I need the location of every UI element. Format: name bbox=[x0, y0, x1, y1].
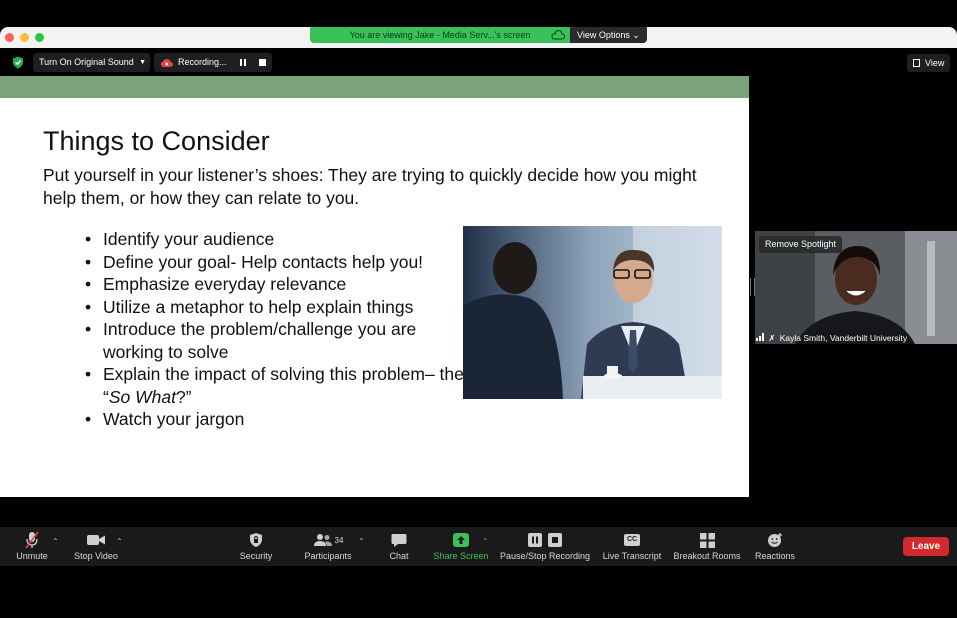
close-window-button[interactable] bbox=[5, 33, 14, 42]
signal-strength-icon bbox=[756, 333, 766, 341]
slide-bullet: Define your goal- Help contacts help you… bbox=[85, 251, 465, 274]
shared-screen-bottom-margin bbox=[0, 497, 749, 521]
live-transcript-button[interactable]: CC Live Transcript bbox=[600, 531, 664, 564]
pause-icon bbox=[528, 533, 542, 547]
slide-bullet-so-what: Explain the impact of solving this probl… bbox=[85, 363, 465, 408]
unmute-label: Unmute bbox=[16, 551, 48, 561]
original-sound-button[interactable]: Turn On Original Sound ▼ bbox=[33, 53, 150, 72]
bullet-text-suffix: ?” bbox=[175, 386, 192, 407]
muted-mic-icon: ✗ bbox=[768, 333, 776, 343]
slide-bullet: Emphasize everyday relevance bbox=[85, 273, 465, 296]
security-shield-icon bbox=[250, 533, 262, 547]
share-screen-label: Share Screen bbox=[433, 551, 489, 561]
participants-count: 34 bbox=[334, 535, 344, 545]
breakout-rooms-label: Breakout Rooms bbox=[673, 551, 741, 561]
reactions-button[interactable]: Reactions bbox=[752, 531, 798, 564]
smiley-reaction-icon bbox=[768, 533, 782, 547]
chevron-down-icon[interactable]: ▼ bbox=[139, 53, 146, 72]
stop-video-button[interactable]: Stop Video bbox=[70, 531, 122, 564]
chat-label: Chat bbox=[389, 551, 409, 561]
participant-name-tag: ✗ Kayla Smith, Vanderbilt University bbox=[756, 332, 907, 344]
minimize-window-button[interactable] bbox=[20, 33, 29, 42]
breakout-rooms-grid-icon bbox=[699, 532, 715, 548]
live-transcript-label: Live Transcript bbox=[602, 551, 662, 561]
muted-microphone-icon bbox=[25, 531, 39, 549]
shared-screen-slide: Things to Consider Put yourself in your … bbox=[0, 76, 749, 497]
slide-bullet: Utilize a metaphor to help explain thing… bbox=[85, 296, 465, 319]
chat-button[interactable]: Chat bbox=[383, 531, 415, 564]
reactions-label: Reactions bbox=[754, 551, 796, 561]
bullet-text-emphasis: So What bbox=[108, 386, 176, 407]
unmute-button[interactable]: Unmute bbox=[10, 531, 54, 564]
closed-caption-icon: CC bbox=[624, 534, 640, 546]
business-meeting-photo bbox=[463, 226, 722, 399]
original-sound-label: Turn On Original Sound bbox=[39, 57, 134, 67]
encryption-shield-icon[interactable] bbox=[12, 56, 24, 69]
slide-bullet: Identify your audience bbox=[85, 228, 465, 251]
remove-spotlight-button[interactable]: Remove Spotlight bbox=[759, 236, 843, 253]
recording-indicator: Recording... bbox=[154, 53, 272, 72]
slide-intro-text: Put yourself in your listener’s shoes: T… bbox=[43, 165, 697, 208]
participants-icon bbox=[313, 534, 332, 546]
share-screen-button[interactable]: Share Screen bbox=[430, 531, 492, 564]
stop-recording-icon[interactable] bbox=[259, 59, 266, 66]
view-label: View bbox=[925, 58, 945, 68]
security-label: Security bbox=[239, 551, 273, 561]
pause-recording-icon[interactable] bbox=[240, 59, 247, 66]
view-options-dropdown[interactable]: View Options ⌄ bbox=[570, 27, 647, 43]
share-screen-arrow-icon bbox=[453, 533, 469, 547]
cloud-icon bbox=[551, 30, 565, 40]
video-options-chevron-icon[interactable]: ⌃ bbox=[116, 537, 124, 546]
stop-icon bbox=[548, 533, 562, 547]
participants-label: Participants bbox=[304, 551, 352, 561]
participants-options-chevron-icon[interactable]: ⌃ bbox=[358, 537, 366, 546]
pause-stop-recording-label: Pause/Stop Recording bbox=[499, 551, 591, 561]
slide-bullet: Introduce the problem/challenge you are … bbox=[85, 318, 465, 363]
slide-bullet: Watch your jargon bbox=[85, 408, 465, 431]
participant-name: Kayla Smith, Vanderbilt University bbox=[779, 333, 908, 343]
cloud-record-icon bbox=[160, 58, 173, 67]
video-camera-icon bbox=[87, 535, 105, 545]
slide-bullet-list: Identify your audience Define your goal-… bbox=[85, 228, 465, 431]
chat-bubble-icon bbox=[391, 533, 407, 547]
share-options-chevron-icon[interactable]: ⌃ bbox=[482, 537, 490, 546]
leave-meeting-button[interactable]: Leave bbox=[903, 537, 949, 556]
slide-title: Things to Consider bbox=[43, 126, 270, 156]
participants-button[interactable]: 34 Participants bbox=[300, 531, 356, 564]
viewing-screen-banner: You are viewing Jake - Media Serv...'s s… bbox=[310, 27, 570, 43]
security-button[interactable]: Security bbox=[235, 531, 277, 564]
slide-header-band bbox=[0, 76, 749, 98]
stop-video-label: Stop Video bbox=[74, 551, 118, 561]
view-button[interactable]: View bbox=[907, 54, 950, 72]
pause-stop-recording-button[interactable]: Pause/Stop Recording bbox=[498, 531, 592, 564]
recording-label: Recording... bbox=[178, 57, 227, 67]
breakout-rooms-button[interactable]: Breakout Rooms bbox=[672, 531, 742, 564]
view-layout-icon bbox=[913, 59, 920, 67]
maximize-window-button[interactable] bbox=[35, 33, 44, 42]
audio-options-chevron-icon[interactable]: ⌃ bbox=[52, 537, 60, 546]
